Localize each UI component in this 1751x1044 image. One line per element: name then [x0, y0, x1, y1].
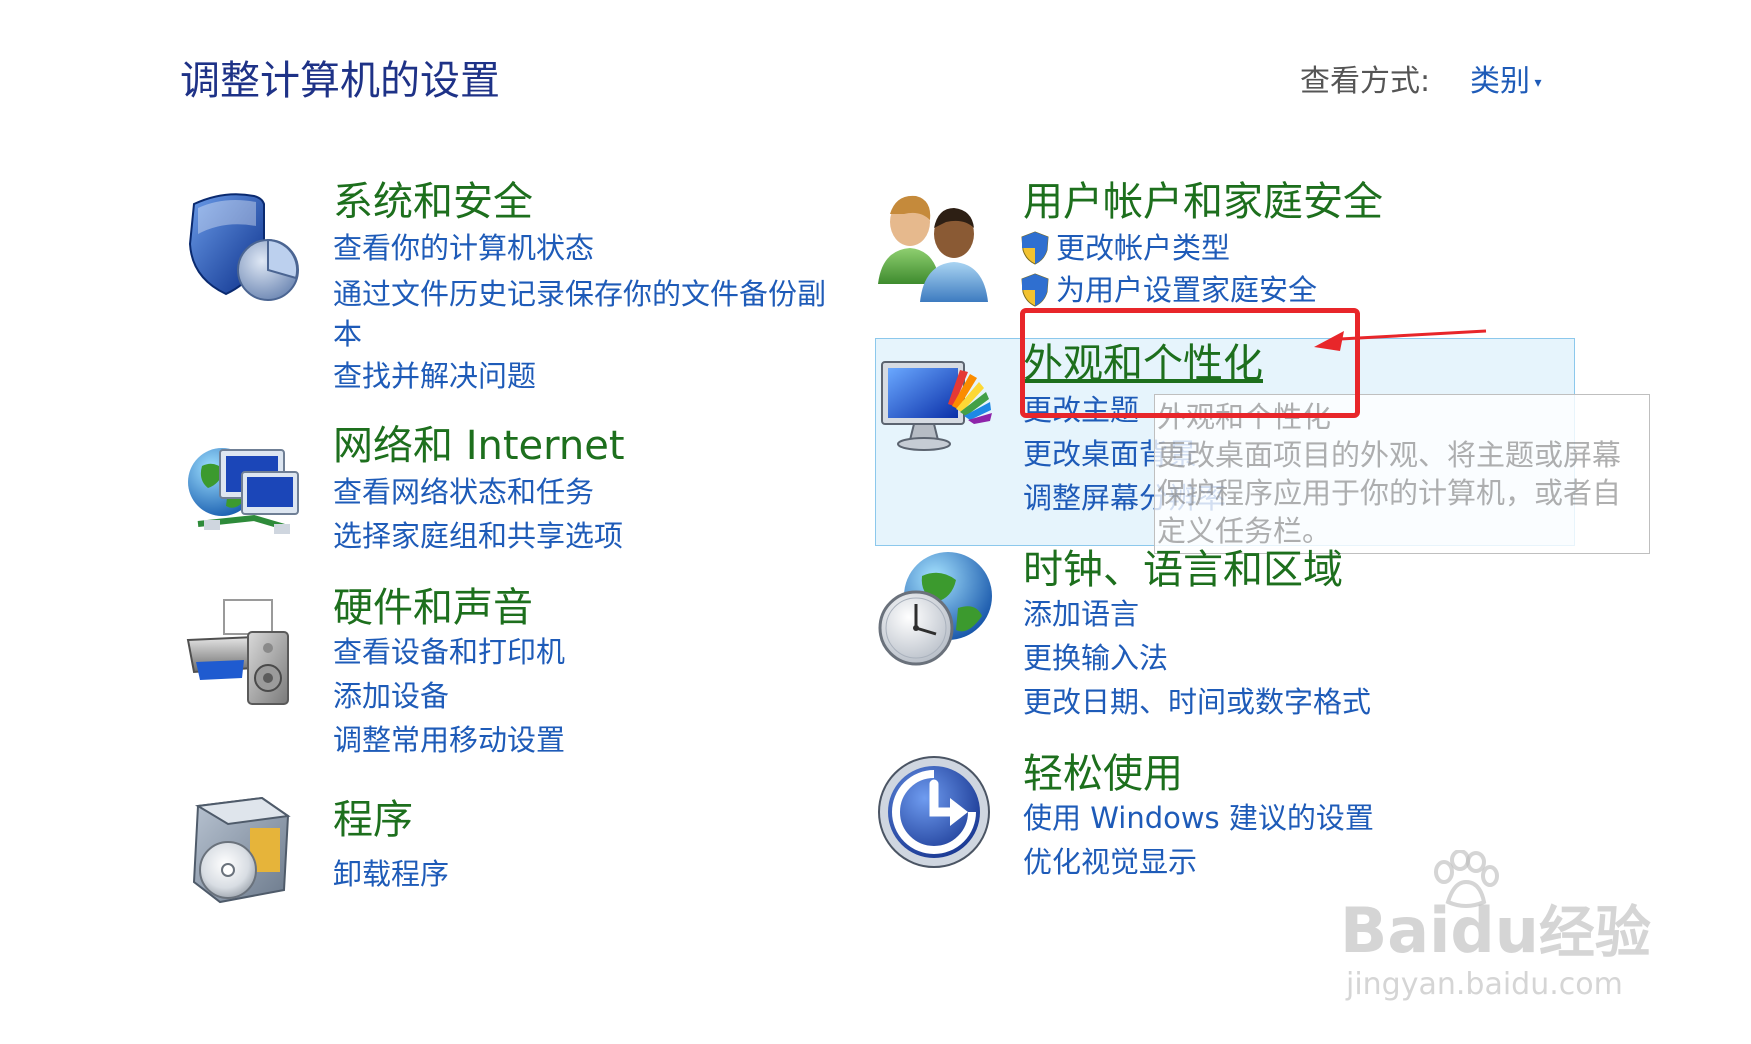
- watermark-brand-du: du: [1450, 894, 1539, 967]
- tooltip-line: 定义任务栏。: [1157, 514, 1332, 548]
- category-tooltip: 外观和个性化 更改桌面项目的外观、将主题或屏幕 保护程序应用于你的计算机，或者自…: [1154, 394, 1650, 554]
- globe-network-icon: [188, 448, 299, 534]
- link-optimize-visual-display[interactable]: 优化视觉显示: [1023, 848, 1197, 877]
- link-family-safety-label: 为用户设置家庭安全: [1056, 272, 1318, 307]
- link-recommended-settings[interactable]: 使用 Windows 建议的设置: [1023, 804, 1374, 833]
- annotation-highlight-frame: [1020, 308, 1360, 418]
- watermark-url: jingyan.baidu.com: [1346, 967, 1623, 1002]
- ease-of-access-icon: [878, 756, 990, 868]
- link-homegroup-sharing[interactable]: 选择家庭组和共享选项: [333, 522, 623, 551]
- tooltip-line: 更改桌面项目的外观、将主题或屏幕: [1157, 438, 1622, 472]
- users-icon: [878, 195, 988, 302]
- watermark-brand-cn: 经验: [1538, 901, 1651, 966]
- baidu-watermark: Baidu经验 jingyan.baidu.com: [1340, 850, 1660, 1000]
- link-change-account-type-label: 更改帐户类型: [1056, 230, 1231, 265]
- link-change-input-method[interactable]: 更换输入法: [1023, 644, 1168, 673]
- link-mobility-settings[interactable]: 调整常用移动设置: [333, 726, 565, 755]
- link-file-history-backup[interactable]: 通过文件历史记录保存你的文件备份副本: [333, 274, 853, 354]
- page-title: 调整计算机的设置: [180, 58, 500, 104]
- link-view-computer-status[interactable]: 查看你的计算机状态: [333, 234, 594, 263]
- link-uninstall-program[interactable]: 卸载程序: [333, 860, 449, 889]
- category-title-network-internet[interactable]: 网络和 Internet: [333, 426, 625, 466]
- link-network-status[interactable]: 查看网络状态和任务: [333, 478, 594, 507]
- category-title-hardware-sound[interactable]: 硬件和声音: [333, 588, 533, 628]
- printer-speaker-icon: [186, 599, 289, 705]
- watermark-brand-bai: Bai: [1340, 894, 1451, 967]
- clock-globe-icon: [878, 552, 992, 666]
- link-devices-printers[interactable]: 查看设备和打印机: [333, 638, 565, 667]
- link-add-device[interactable]: 添加设备: [333, 682, 449, 711]
- category-title-system-security[interactable]: 系统和安全: [333, 182, 533, 222]
- link-change-date-time-format[interactable]: 更改日期、时间或数字格式: [1023, 688, 1371, 717]
- program-box-disc-icon: [192, 796, 291, 904]
- category-title-clock-language-region[interactable]: 时钟、语言和区域: [1023, 550, 1343, 590]
- monitor-palette-icon: [881, 361, 992, 451]
- view-by-label: 查看方式:: [1300, 64, 1431, 99]
- link-troubleshoot[interactable]: 查找并解决问题: [333, 362, 536, 391]
- tooltip-line: 保护程序应用于你的计算机，或者自: [1157, 476, 1622, 510]
- category-title-programs[interactable]: 程序: [333, 800, 413, 840]
- category-title-user-accounts[interactable]: 用户帐户和家庭安全: [1023, 182, 1383, 222]
- watermark-brand: Baidu经验: [1340, 900, 1651, 962]
- uac-shield-icon: [1021, 231, 1049, 265]
- uac-shield-icon: [1021, 273, 1049, 307]
- shield-pie-icon: [188, 193, 299, 301]
- link-change-account-type[interactable]: 更改帐户类型: [1020, 230, 1230, 266]
- view-by-dropdown[interactable]: 类别: [1470, 56, 1541, 100]
- link-family-safety[interactable]: 为用户设置家庭安全: [1020, 272, 1317, 308]
- link-add-language[interactable]: 添加语言: [1023, 600, 1139, 629]
- annotation-arrow-icon: [1314, 329, 1487, 351]
- category-title-ease-of-access[interactable]: 轻松使用: [1023, 754, 1183, 794]
